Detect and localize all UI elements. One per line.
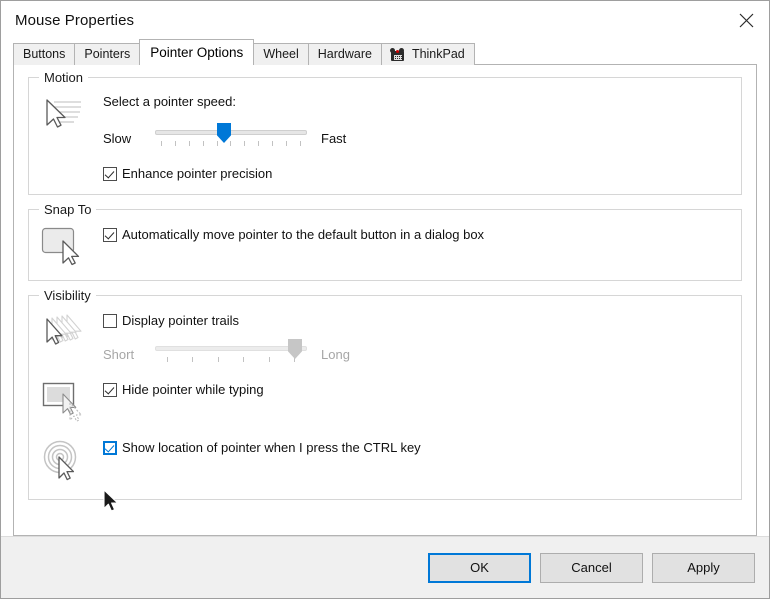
pointer-speed-track[interactable]	[155, 130, 307, 135]
snap-to-icon-column	[41, 224, 103, 268]
auto-move-label: Automatically move pointer to the defaul…	[122, 227, 485, 242]
page-title: Mouse Properties	[15, 11, 135, 29]
tab-pointer-options[interactable]: Pointer Options	[139, 39, 255, 65]
trails-thumb[interactable]	[288, 339, 302, 359]
hide-typing-controls: Hide pointer while typing	[103, 379, 729, 398]
tab-pointers[interactable]: Pointers	[74, 43, 141, 65]
show-location-label: Show location of pointer when I press th…	[122, 440, 421, 455]
motion-controls: Select a pointer speed: Slow Fast Enhanc…	[103, 92, 729, 182]
display-trails-checkbox[interactable]	[103, 314, 117, 328]
dialog-footer: OK Cancel Apply	[1, 536, 769, 598]
visibility-show-location-row: Show location of pointer when I press th…	[41, 437, 729, 483]
snap-to-controls: Automatically move pointer to the defaul…	[103, 224, 729, 243]
trails-controls: Display pointer trails Short Long	[103, 310, 729, 369]
cancel-button-label: Cancel	[571, 560, 612, 575]
hide-typing-icon-column	[41, 379, 103, 423]
motion-icon-column	[41, 92, 103, 138]
display-trails-label: Display pointer trails	[122, 313, 240, 328]
trails-track[interactable]	[155, 346, 307, 351]
show-location-checkbox[interactable]	[103, 441, 117, 455]
trails-slider[interactable]	[155, 339, 307, 369]
tab-buttons[interactable]: Buttons	[13, 43, 76, 65]
apply-button[interactable]: Apply	[652, 552, 755, 583]
trails-max-label: Long	[321, 346, 350, 362]
pointer-speed-slider-row: Slow Fast	[103, 123, 729, 153]
ok-button[interactable]: OK	[428, 552, 531, 583]
visibility-trails-row: Display pointer trails Short Long	[41, 310, 729, 369]
tab-pointers-label: Pointers	[84, 47, 131, 61]
tab-hardware[interactable]: Hardware	[307, 43, 382, 65]
hide-typing-checkbox[interactable]	[103, 383, 117, 397]
hide-pointer-icon	[42, 382, 82, 422]
pointer-speed-label: Select a pointer speed:	[103, 94, 236, 109]
display-trails-checkbox-row[interactable]: Display pointer trails	[103, 312, 729, 329]
trails-ticks	[167, 357, 295, 363]
apply-button-label: Apply	[687, 560, 720, 575]
tab-wheel[interactable]: Wheel	[253, 43, 309, 65]
pointer-speed-max-label: Fast	[321, 130, 347, 146]
show-location-icon-column	[41, 437, 103, 483]
tab-buttons-label: Buttons	[23, 47, 66, 61]
auto-move-checkbox-row[interactable]: Automatically move pointer to the defaul…	[103, 226, 729, 243]
show-location-controls: Show location of pointer when I press th…	[103, 437, 729, 456]
group-snap-to-legend: Snap To	[39, 202, 97, 217]
tab-wheel-label: Wheel	[263, 47, 299, 61]
pointer-speed-ticks	[161, 141, 301, 147]
show-location-checkbox-row[interactable]: Show location of pointer when I press th…	[103, 439, 729, 456]
enhance-precision-checkbox-row[interactable]: Enhance pointer precision	[103, 165, 729, 182]
pointer-speed-thumb[interactable]	[217, 123, 231, 143]
default-button-icon	[41, 227, 80, 266]
trails-slider-row: Short Long	[103, 339, 729, 369]
visibility-hide-typing-row: Hide pointer while typing	[41, 379, 729, 423]
trails-min-label: Short	[103, 346, 135, 362]
group-visibility: Visibility Display pointer trails Short …	[28, 288, 742, 500]
ok-button-label: OK	[470, 560, 489, 575]
group-motion-legend: Motion	[39, 70, 89, 85]
trails-icon-column	[41, 310, 103, 356]
enhance-precision-checkbox[interactable]	[103, 167, 117, 181]
pointer-speed-icon	[46, 99, 81, 128]
group-visibility-legend: Visibility	[39, 288, 96, 303]
group-snap-to: Snap To Automatically move pointer to th…	[28, 202, 742, 281]
enhance-precision-label: Enhance pointer precision	[122, 166, 273, 181]
tab-strip: Buttons Pointers Pointer Options Wheel H…	[13, 39, 757, 65]
tab-thinkpad[interactable]: ThinkPad	[380, 43, 475, 65]
group-motion: Motion Select a pointer speed: Slow Fast…	[28, 70, 742, 195]
close-icon[interactable]	[723, 2, 769, 39]
pointer-speed-slider[interactable]	[155, 123, 307, 153]
ctrl-locate-icon	[43, 440, 77, 481]
tab-panel-pointer-options: Motion Select a pointer speed: Slow Fast…	[13, 64, 757, 536]
thinkpad-icon	[389, 47, 406, 62]
title-bar: Mouse Properties	[1, 1, 769, 39]
tab-hardware-label: Hardware	[317, 47, 372, 61]
hide-typing-checkbox-row[interactable]: Hide pointer while typing	[103, 381, 729, 398]
cancel-button[interactable]: Cancel	[540, 552, 643, 583]
pointer-speed-min-label: Slow	[103, 130, 132, 146]
tab-thinkpad-label: ThinkPad	[411, 47, 465, 61]
auto-move-checkbox[interactable]	[103, 228, 117, 242]
hide-typing-label: Hide pointer while typing	[122, 382, 264, 397]
tab-pointer-options-label: Pointer Options	[150, 45, 244, 60]
pointer-trails-icon	[46, 314, 82, 345]
mouse-properties-dialog: Mouse Properties Buttons Pointers Pointe…	[0, 0, 770, 599]
